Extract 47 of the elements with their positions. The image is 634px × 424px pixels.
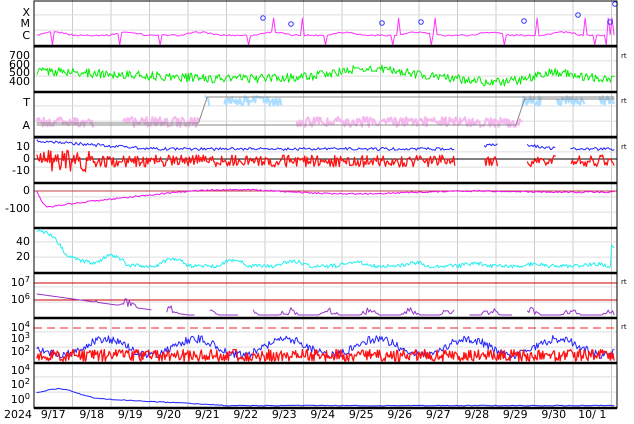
date-label: 9/23 (272, 409, 297, 420)
axis-tick-label: -100 (5, 203, 30, 214)
axis-tick-label: 700 (9, 50, 30, 61)
date-label: 9/30 (541, 409, 566, 420)
event-marker (575, 12, 581, 18)
axis-tick-label: 10$^{0}$ (10, 394, 30, 405)
axis-tick-label: 500 (9, 67, 30, 78)
axis-tick-label: 400 (9, 76, 30, 87)
date-label: 9/19 (118, 409, 143, 420)
event-marker (260, 15, 266, 21)
event-marker (612, 1, 618, 7)
date-label: 9/27 (426, 409, 451, 420)
date-label: 9/18 (79, 409, 104, 420)
event-marker (288, 21, 294, 27)
axis-tick-label: A (22, 120, 30, 131)
axis-tick-label: 10$^{4}$ (10, 365, 30, 376)
date-label: 9/29 (502, 409, 528, 420)
axis-tick-label: 10$^{2}$ (10, 346, 30, 357)
axis-tick-label: T (23, 97, 30, 108)
event-marker (521, 18, 527, 24)
axis-tick-label: 20 (16, 251, 30, 262)
date-label: 10/ 1 (578, 409, 606, 420)
axis-tick-label: C (22, 30, 30, 41)
axis-tick-label: 10 (16, 141, 30, 152)
axis-tick-label: -10 (12, 165, 30, 176)
date-label: 9/28 (464, 409, 490, 420)
date-label: 9/22 (233, 409, 258, 420)
axis-tick-label: M (20, 18, 30, 29)
axis-tick-label: 0 (23, 185, 30, 196)
axis-tick-label: 10$^{7}$ (10, 277, 30, 288)
axis-tick-label: 10$^{6}$ (10, 294, 30, 305)
year-label: 2024 (4, 409, 32, 420)
event-marker (418, 19, 424, 25)
date-label: 9/17 (40, 409, 66, 420)
date-label: 9/21 (194, 409, 220, 420)
date-label: 9/25 (348, 409, 374, 420)
axis-tick-label: 10$^{3}$ (10, 333, 30, 344)
axis-tick-label: 0 (23, 153, 30, 164)
axis-tick-label: X (22, 7, 30, 18)
date-label: 9/26 (387, 409, 412, 420)
axis-tick-label: 40 (16, 236, 30, 247)
event-marker (379, 20, 385, 26)
date-label: 9/20 (156, 409, 182, 420)
event-marker (607, 19, 613, 25)
date-label: 9/24 (310, 409, 336, 420)
axis-tick-label: 10$^{4}$ (10, 322, 30, 333)
axis-tick-label: 10$^{2}$ (10, 379, 30, 390)
